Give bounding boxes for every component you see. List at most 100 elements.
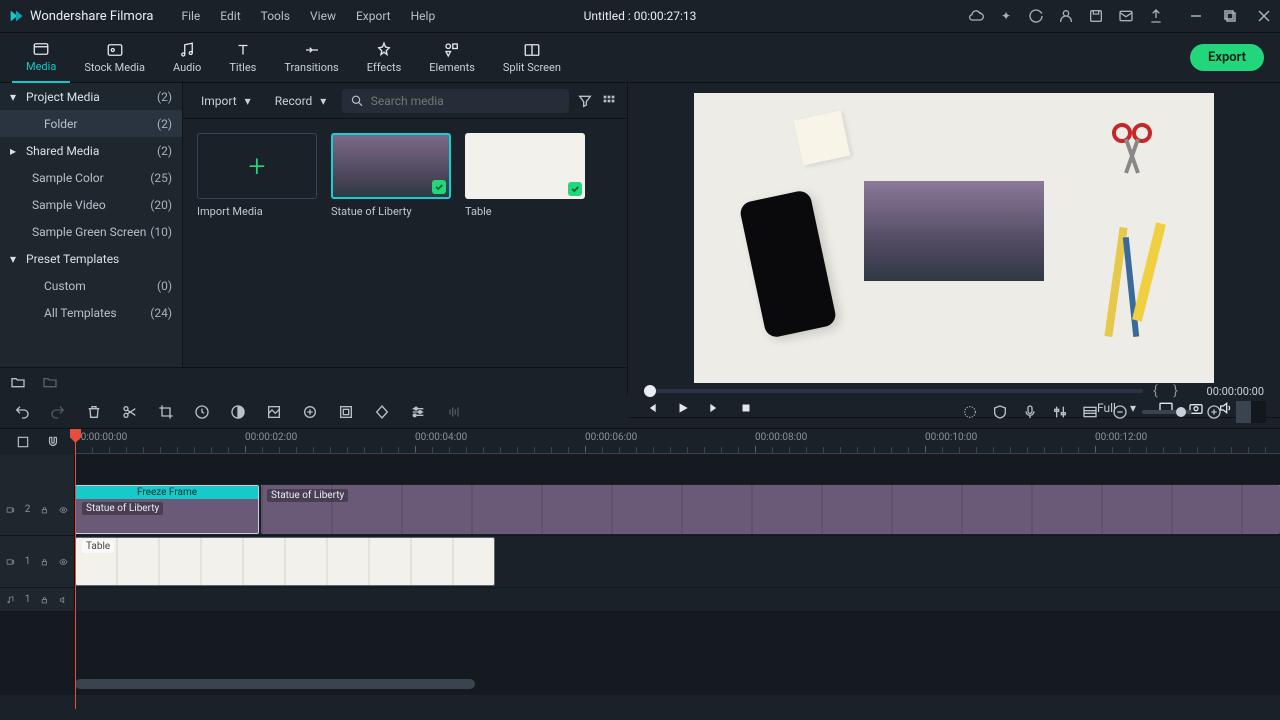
media-card-table[interactable]: Table — [465, 133, 585, 218]
magnet-icon[interactable] — [46, 435, 60, 449]
sidebar-custom[interactable]: Custom (0) — [0, 272, 182, 299]
menubar: Wondershare Filmora File Edit Tools View… — [0, 0, 1280, 33]
delete-icon[interactable] — [86, 404, 102, 420]
tab-elements[interactable]: Elements — [415, 33, 489, 83]
speed-icon[interactable] — [194, 404, 210, 420]
timeline-mode-toggle[interactable] — [1236, 401, 1266, 423]
split-icon[interactable] — [122, 404, 138, 420]
sparkle-icon[interactable]: ✦ — [998, 8, 1014, 24]
check-icon — [432, 180, 446, 194]
lock-icon[interactable] — [40, 557, 49, 567]
voiceover-icon[interactable] — [1022, 404, 1038, 420]
track-head-v1[interactable]: 1 — [0, 536, 75, 587]
save-icon[interactable] — [1088, 8, 1104, 24]
sidebar-sample-video[interactable]: Sample Video (20) — [0, 191, 182, 218]
sidebar-preset-templates[interactable]: ▾ Preset Templates — [0, 245, 182, 272]
zoom-slider[interactable] — [1142, 410, 1192, 414]
audio-sync-icon[interactable] — [446, 404, 462, 420]
undo-icon[interactable] — [14, 404, 30, 420]
mixer-icon[interactable] — [1052, 404, 1068, 420]
tab-stock-media[interactable]: Stock Media — [70, 33, 159, 83]
close-icon[interactable] — [1256, 8, 1272, 24]
zoom-out-icon[interactable] — [1112, 404, 1128, 420]
refresh-icon[interactable] — [1028, 8, 1044, 24]
sidebar-sample-color[interactable]: Sample Color (25) — [0, 164, 182, 191]
timeline-settings-icon[interactable] — [16, 435, 30, 449]
auto-reframe-icon[interactable] — [338, 404, 354, 420]
sidebar-sample-green[interactable]: Sample Green Screen (10) — [0, 218, 182, 245]
eye-icon[interactable] — [59, 505, 68, 515]
import-dropdown[interactable]: Import▾ — [193, 90, 259, 112]
render-icon[interactable] — [962, 404, 978, 420]
in-out-brackets[interactable]: { } — [1153, 383, 1184, 399]
export-button[interactable]: Export — [1190, 44, 1264, 71]
crop-icon[interactable] — [158, 404, 174, 420]
scrubber-thumb[interactable] — [644, 385, 656, 397]
redo-icon[interactable] — [50, 404, 66, 420]
marker-icon[interactable] — [302, 404, 318, 420]
menu-help[interactable]: Help — [403, 5, 444, 27]
stop-icon[interactable] — [740, 402, 752, 414]
preview-sticky-note — [794, 111, 851, 166]
lock-icon[interactable] — [40, 595, 49, 605]
folder-icon[interactable] — [42, 374, 58, 390]
import-media-card[interactable]: + Import Media — [197, 133, 317, 218]
timecode: 00:00:00:00 — [1194, 385, 1264, 398]
tab-media[interactable]: Media — [12, 33, 70, 83]
sidebar-all-templates[interactable]: All Templates (24) — [0, 299, 182, 326]
menu-view[interactable]: View — [302, 5, 344, 27]
shield-icon[interactable] — [992, 404, 1008, 420]
tab-audio[interactable]: Audio — [159, 33, 215, 83]
zoom-thumb[interactable] — [1176, 407, 1186, 417]
upload-icon[interactable] — [1148, 8, 1164, 24]
playhead[interactable] — [75, 429, 76, 709]
keyframe-icon[interactable] — [374, 404, 390, 420]
prev-frame-icon[interactable] — [644, 401, 658, 415]
video-track-1: 1 Table — [0, 536, 1280, 588]
adjust-icon[interactable] — [410, 404, 426, 420]
time-ruler[interactable]: 00:00:00:00 00:00:02:00 00:00:04:00 00:0… — [75, 429, 1280, 454]
record-dropdown[interactable]: Record▾ — [267, 90, 335, 112]
menu-tools[interactable]: Tools — [253, 5, 298, 27]
new-folder-icon[interactable] — [10, 374, 26, 390]
chevron-down-icon: ▾ — [320, 94, 326, 108]
sidebar-folder[interactable]: Folder (2) — [0, 110, 182, 137]
media-icon — [32, 40, 50, 58]
clip-statue-of-liberty[interactable]: Statue of Liberty — [261, 485, 1280, 534]
search-input[interactable] — [371, 94, 561, 108]
menu-file[interactable]: File — [173, 5, 208, 27]
clip-freeze-frame[interactable]: Freeze Frame Statue of Liberty — [75, 485, 259, 534]
sidebar-project-media[interactable]: ▾ Project Media (2) — [0, 83, 182, 110]
play-icon[interactable] — [676, 401, 690, 415]
tab-effects[interactable]: Effects — [353, 33, 416, 83]
horizontal-scrollbar[interactable] — [75, 679, 475, 689]
account-icon[interactable] — [1058, 8, 1074, 24]
clip-table[interactable]: Table — [75, 537, 495, 586]
track-manage-icon[interactable] — [1082, 404, 1098, 420]
filter-icon[interactable] — [577, 93, 593, 109]
tab-split-screen[interactable]: Split Screen — [489, 33, 575, 83]
maximize-icon[interactable] — [1222, 8, 1238, 24]
mail-icon[interactable] — [1118, 8, 1134, 24]
minimize-icon[interactable] — [1188, 8, 1204, 24]
green-screen-icon[interactable] — [266, 404, 282, 420]
tab-titles[interactable]: Titles — [215, 33, 270, 83]
menu-export[interactable]: Export — [348, 5, 399, 27]
track-head-a1[interactable]: 1 — [0, 588, 75, 611]
menu-edit[interactable]: Edit — [212, 5, 248, 27]
media-card-sol[interactable]: Statue of Liberty — [331, 133, 451, 218]
tab-transitions[interactable]: Transitions — [270, 33, 352, 83]
cloud-icon[interactable] — [968, 8, 984, 24]
eye-icon[interactable] — [59, 557, 68, 567]
lock-icon[interactable] — [40, 505, 49, 515]
color-icon[interactable] — [230, 404, 246, 420]
grid-view-icon[interactable] — [601, 93, 617, 109]
search-media[interactable] — [342, 89, 569, 113]
track-head-v2[interactable]: 2 — [0, 484, 75, 535]
next-frame-icon[interactable] — [708, 401, 722, 415]
zoom-in-icon[interactable] — [1206, 404, 1222, 420]
preview-scrubber[interactable] — [644, 389, 1143, 393]
sidebar-footer — [0, 367, 627, 395]
sidebar-shared-media[interactable]: ▸ Shared Media (2) — [0, 137, 182, 164]
mute-icon[interactable] — [59, 595, 68, 605]
